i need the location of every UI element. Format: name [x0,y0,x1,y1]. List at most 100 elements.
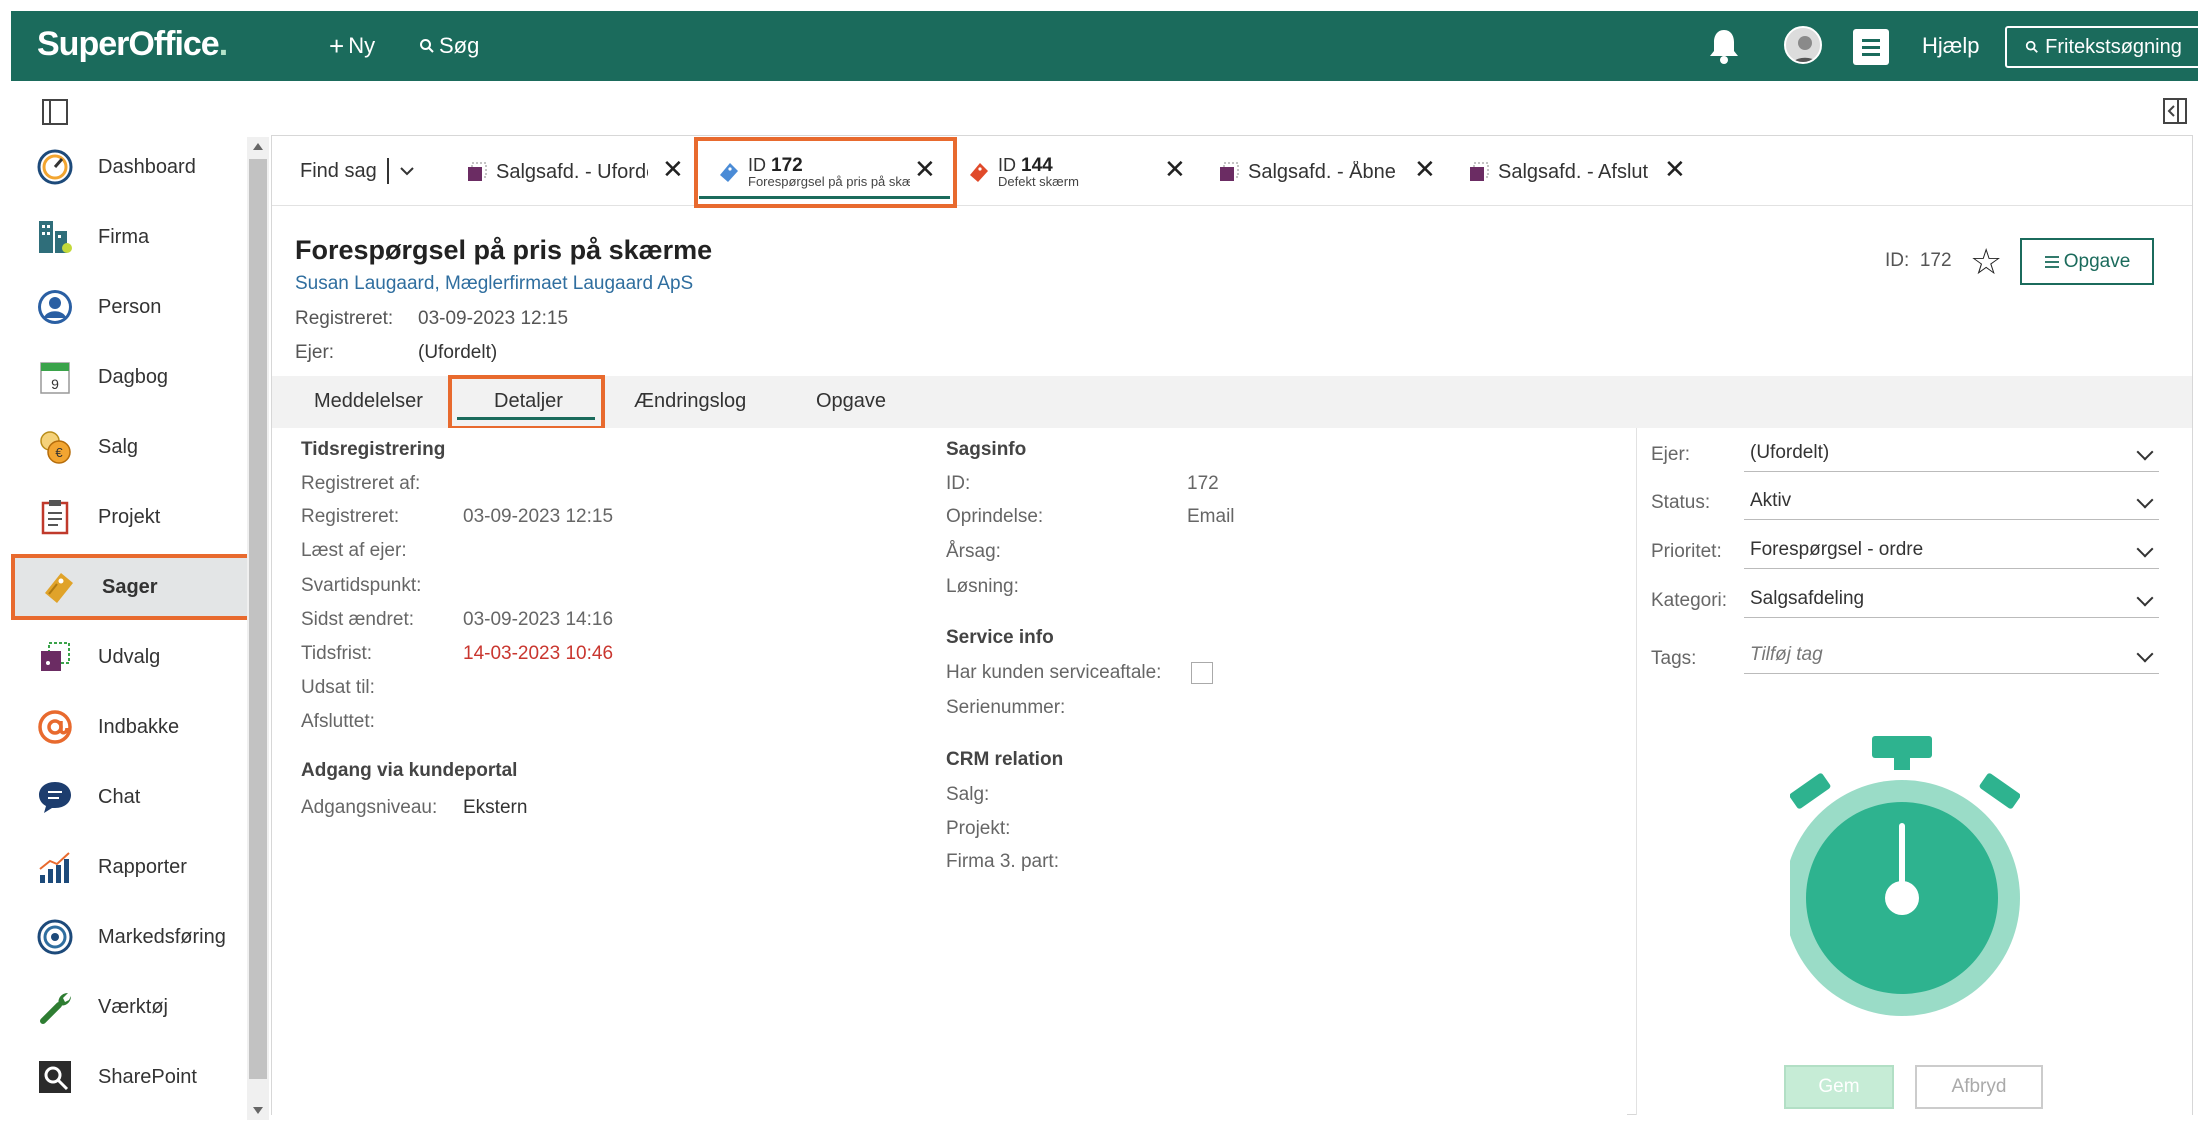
new-label: Ny [348,33,376,58]
sidebar-scrollbar[interactable] [247,137,269,1120]
tab-detaljer[interactable]: Detaljer [494,390,563,413]
category-field-label: Kategori: [1651,590,1728,611]
ticket-icon [39,567,79,607]
sidebar-item-udvalg[interactable]: Udvalg [11,624,251,690]
sidebar-item-person[interactable]: Person [11,274,251,340]
tab-case-144[interactable]: ID 144 Defekt skærm ✕ [968,140,1188,204]
status-select[interactable]: Aktiv [1744,484,2159,520]
close-icon[interactable]: ✕ [1164,154,1186,185]
field-label: Firma 3. part: [946,851,1059,872]
sidebar-item-sharepoint[interactable]: SharePoint [11,1044,251,1110]
case-contact-link[interactable]: Susan Laugaard, Mæglerfirmaet Laugaard A… [295,273,693,295]
tab-title: Salgsafd. - Afslut. [1498,160,1650,183]
reports-icon [35,847,75,887]
owner-select[interactable]: (Ufordelt) [1744,436,2159,472]
tab-salgsafd-ufordelt[interactable]: Salgsafd. - Ufordelt ✕ [466,140,686,204]
superoffice-logo[interactable]: SuperOffice. [37,25,228,64]
sidebar-item-indbakke[interactable]: Indbakke [11,694,251,760]
menu-icon[interactable] [1853,29,1889,65]
tab-opgave[interactable]: Opgave [816,390,886,413]
list-icon [2044,255,2059,268]
priority-select[interactable]: Forespørgsel - ordre [1744,533,2159,569]
search-button[interactable]: Søg [419,33,479,59]
sidebar-item-projekt[interactable]: Projekt [11,484,251,550]
tags-input[interactable]: Tilføj tag [1744,638,2159,674]
sidebar-item-dagbog[interactable]: 9 Dagbog [11,344,251,410]
tab-salgsafd-afslut[interactable]: Salgsafd. - Afslut. ✕ [1468,140,1688,204]
tab-salgsafd-abne[interactable]: Salgsafd. - Åbne sager ✕ [1218,140,1438,204]
deadline-value: 14-03-2023 10:46 [463,643,614,664]
new-button[interactable]: + Ny [329,33,375,59]
sidebar-item-markedsforing[interactable]: Markedsføring [11,904,251,970]
sharepoint-icon [35,1057,75,1097]
ticket-red-icon [970,163,988,182]
priority-field-label: Prioritet: [1651,541,1722,562]
sidebar-item-vaerktoj[interactable]: Værktøj [11,974,251,1040]
selection-icon [468,162,487,181]
selection-icon [1220,162,1239,181]
sidebar-item-label: Udvalg [98,645,161,668]
field-label: Registreret af: [301,473,421,494]
sidebar-item-label: Markedsføring [98,925,226,948]
field-value: Ekstern [463,797,528,818]
chevron-down-icon [2136,645,2154,663]
sidebar-item-label: SharePoint [98,1065,197,1088]
ticket-blue-icon [720,163,738,182]
scroll-thumb[interactable] [249,159,267,1079]
stopwatch-icon [1790,736,2020,1016]
scroll-down-icon[interactable] [253,1107,263,1114]
sidebar-item-salg[interactable]: € Salg [11,414,251,480]
sidebar-item-firma[interactable]: Firma [11,204,251,270]
service-agreement-checkbox[interactable] [1191,662,1213,684]
sidebar-item-label: Dashboard [98,155,196,178]
tab-subtitle: Forespørgsel på pris på skærme [748,174,910,189]
scroll-up-icon[interactable] [253,143,263,150]
bell-icon[interactable] [1704,26,1744,66]
field-label: ID: [946,473,971,494]
dashboard-icon [35,147,75,187]
sidebar-item-label: Dagbog [98,365,169,388]
sidebar-item-label: Salg [98,435,139,458]
close-icon[interactable]: ✕ [914,154,936,185]
tags-field-label: Tags: [1651,648,1697,669]
avatar[interactable] [1784,26,1822,64]
field-label: Udsat til: [301,677,375,698]
registered-value: 03-09-2023 12:15 [418,308,569,329]
chevron-down-icon [2136,443,2154,461]
chevron-down-icon[interactable] [399,163,415,179]
help-link[interactable]: Hjælp [1922,33,1979,59]
freetext-search-button[interactable]: Fritekstsøgning [2005,26,2198,68]
plus-icon: + [329,31,345,61]
sidebar-item-label: Værktøj [98,995,168,1018]
close-icon[interactable]: ✕ [1414,154,1436,185]
tab-aendringslog[interactable]: Ændringslog [634,390,746,413]
sidebar-item-label: Sager [102,575,158,598]
sidebar-item-dashboard[interactable]: Dashboard [11,134,251,200]
owner-select-value: (Ufordelt) [1750,442,1830,463]
field-label: Løsning: [946,576,1019,597]
owner-value: (Ufordelt) [418,342,498,363]
collapse-panel-icon[interactable] [2163,98,2187,124]
favorite-star-icon[interactable]: ☆ [1970,244,2002,280]
find-case-button[interactable]: Find sag [300,158,415,184]
field-value: 03-09-2023 12:15 [463,506,614,527]
category-select[interactable]: Salgsafdeling [1744,582,2159,618]
cancel-button[interactable]: Afbryd [1915,1065,2043,1109]
field-label: Serienummer: [946,697,1066,718]
divider [386,158,389,184]
field-label: Læst af ejer: [301,540,407,561]
close-icon[interactable]: ✕ [662,154,684,185]
save-button[interactable]: Gem [1784,1065,1894,1109]
sidebar-toggle-icon[interactable] [42,99,68,125]
sidebar-item-chat[interactable]: Chat [11,764,251,830]
top-bar: SuperOffice. + Ny Søg Hjælp Fritekstsøgn… [11,11,2198,81]
task-button[interactable]: Opgave [2020,238,2154,285]
section-heading-info: Sagsinfo [946,439,1027,460]
find-case-label: Find sag [300,159,377,182]
tab-meddelelser[interactable]: Meddelelser [314,390,423,413]
close-icon[interactable]: ✕ [1664,154,1686,185]
tab-case-172[interactable]: ID 172 Forespørgsel på pris på skærme ✕ [718,140,948,204]
chat-icon [35,777,75,817]
sidebar-item-rapporter[interactable]: Rapporter [11,834,251,900]
sidebar-item-sager[interactable]: Sager [11,554,251,620]
